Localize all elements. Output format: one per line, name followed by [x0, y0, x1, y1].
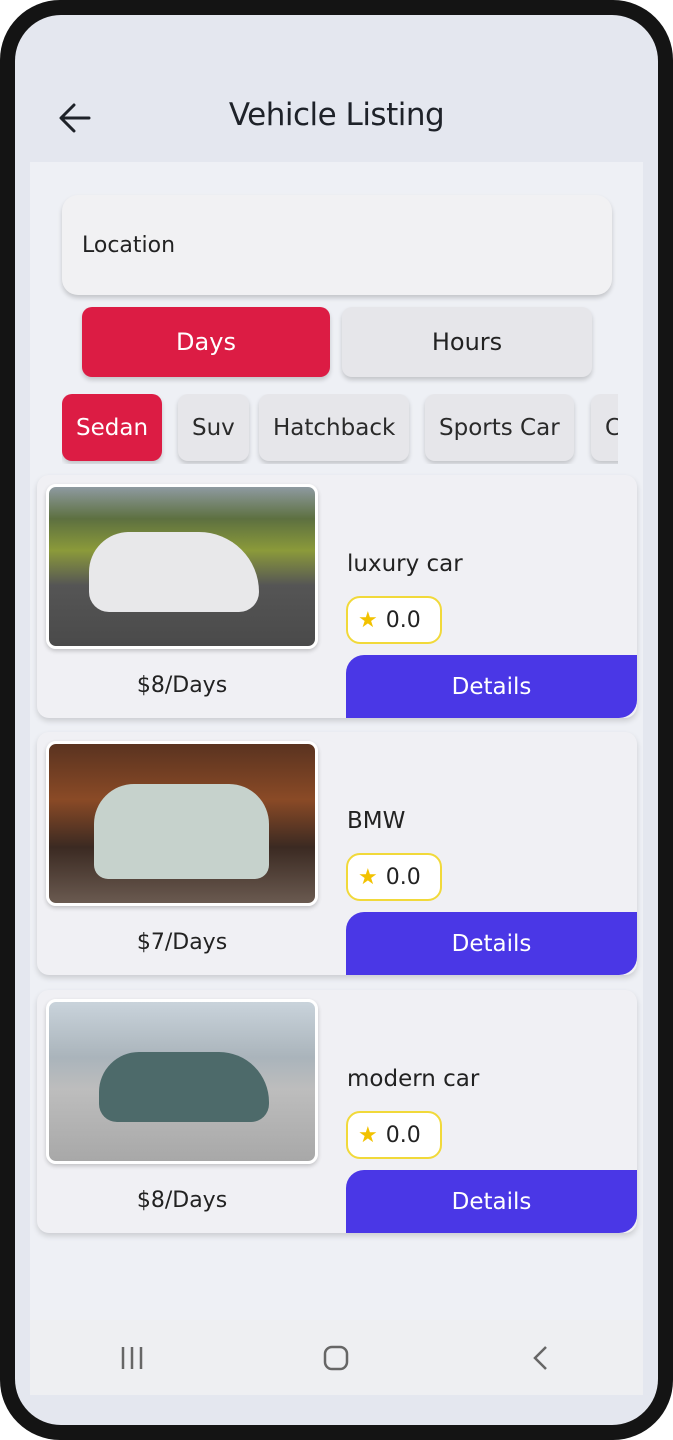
rating-value: 0.0	[385, 864, 421, 890]
rating-value: 0.0	[385, 607, 421, 633]
vehicle-price: $8/Days	[136, 673, 228, 698]
screen: Vehicle Listing Location Days Hours Seda…	[15, 15, 658, 1425]
star-icon: ★	[358, 607, 378, 633]
tab-hours[interactable]: Hours	[342, 307, 592, 377]
vehicle-card: $7/Days BMW ★ 0.0 Details	[37, 732, 637, 975]
vehicle-price: $8/Days	[136, 1188, 228, 1213]
home-icon[interactable]	[321, 1343, 351, 1373]
vehicle-card: $8/Days modern car ★ 0.0 Details	[37, 990, 637, 1233]
content-area: Location Days Hours Sedan Suv Hatchback …	[30, 162, 643, 1322]
rating-badge: ★ 0.0	[346, 853, 442, 901]
tab-days[interactable]: Days	[82, 307, 330, 377]
chip-sports-car[interactable]: Sports Car	[425, 394, 574, 461]
rating-badge: ★ 0.0	[346, 1111, 442, 1159]
page-title: Vehicle Listing	[228, 97, 445, 133]
system-nav-bar	[30, 1320, 643, 1395]
star-icon: ★	[358, 864, 378, 890]
details-button[interactable]: Details	[346, 1170, 637, 1233]
rating-badge: ★ 0.0	[346, 596, 442, 644]
star-icon: ★	[358, 1122, 378, 1148]
chip-more[interactable]: C	[591, 394, 618, 461]
chip-hatchback[interactable]: Hatchback	[259, 394, 410, 461]
vehicle-name: luxury car	[347, 551, 463, 577]
vehicle-image	[46, 999, 318, 1164]
vehicle-image	[46, 741, 318, 906]
location-input[interactable]: Location	[62, 195, 612, 295]
vehicle-card: $8/Days luxury car ★ 0.0 Details	[37, 475, 637, 718]
details-button[interactable]: Details	[346, 655, 637, 718]
chip-suv[interactable]: Suv	[178, 394, 249, 461]
vehicle-name: modern car	[347, 1066, 480, 1092]
phone-frame: Vehicle Listing Location Days Hours Seda…	[0, 0, 673, 1440]
recent-apps-icon[interactable]	[117, 1343, 147, 1373]
details-button[interactable]: Details	[346, 912, 637, 975]
back-icon[interactable]	[526, 1343, 556, 1373]
rating-value: 0.0	[385, 1122, 421, 1148]
vehicle-image	[46, 484, 318, 649]
vehicle-price: $7/Days	[136, 930, 228, 955]
vehicle-name: BMW	[347, 808, 406, 834]
chip-sedan[interactable]: Sedan	[62, 394, 163, 461]
category-chips: Sedan Suv Hatchback Sports Car C	[62, 394, 618, 464]
